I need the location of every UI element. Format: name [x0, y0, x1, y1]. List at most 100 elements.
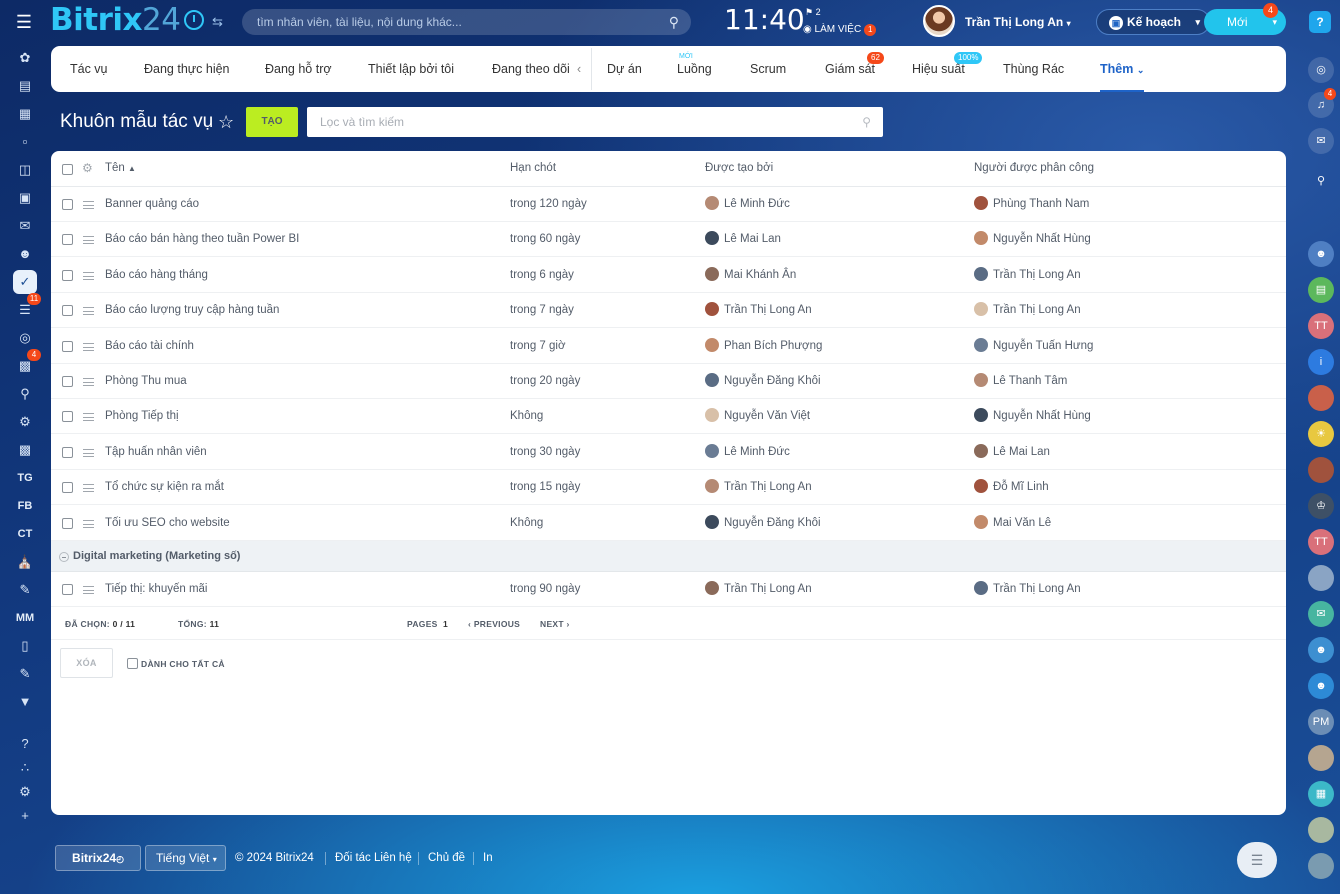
table-row[interactable]: Báo cáo bán hàng theo tuần Power BI tron… — [51, 222, 1286, 257]
select-all-checkbox[interactable] — [62, 164, 73, 175]
page-number[interactable]: 1 — [443, 619, 448, 629]
chat-list-icon[interactable]: ☰ — [1237, 842, 1277, 878]
table-row[interactable]: Tối ưu SEO cho website Không Nguyễn Đăng… — [51, 506, 1286, 541]
tab-trash[interactable]: Thùng Rác — [1003, 46, 1064, 92]
table-row[interactable]: Báo cáo tài chính trong 7 giờ Phan Bích … — [51, 329, 1286, 364]
help-circle-icon[interactable]: ? — [13, 732, 37, 756]
network-icon[interactable]: ∴ — [13, 756, 37, 780]
lock-icon[interactable]: ♔ — [1308, 493, 1334, 519]
bell-icon[interactable]: ♫ 4 — [1308, 88, 1336, 118]
chat-bubble-icon[interactable]: ✉ — [1308, 601, 1334, 627]
tab-tasks[interactable]: Tác vụ — [70, 46, 108, 92]
chat-avatar-1[interactable] — [1308, 385, 1334, 411]
document-icon[interactable]: ▫ — [13, 130, 37, 154]
row-checkbox[interactable] — [62, 411, 73, 422]
row-checkbox[interactable] — [62, 518, 73, 529]
drag-handle-icon[interactable] — [83, 413, 94, 421]
assignee-cell[interactable]: Trần Thị Long An — [974, 572, 1081, 607]
tab-supervision[interactable]: Giám sát 62 — [825, 46, 884, 92]
assignee-cell[interactable]: Nguyễn Nhất Hùng — [974, 222, 1091, 257]
drag-handle-icon[interactable] — [83, 343, 94, 351]
table-row[interactable]: Tập huấn nhân viên trong 30 ngày Lê Minh… — [51, 435, 1286, 470]
row-checkbox[interactable] — [62, 341, 73, 352]
edit-icon[interactable]: ✎ — [13, 662, 37, 686]
feed-icon[interactable]: ▤ — [13, 74, 37, 98]
assignee-cell[interactable]: Trần Thị Long An — [974, 293, 1081, 328]
notes-icon[interactable]: ▤ — [1308, 277, 1334, 303]
table-row[interactable]: Báo cáo hàng tháng trong 6 ngày Mai Khán… — [51, 258, 1286, 293]
cart-icon[interactable]: ⚲ — [13, 382, 37, 406]
table-row[interactable]: Tổ chức sự kiện ra mắt trong 15 ngày Trầ… — [51, 470, 1286, 505]
previous-button[interactable]: ‹ PREVIOUS — [468, 619, 520, 629]
robot-icon[interactable]: ⚙ — [13, 410, 37, 434]
assignee-cell[interactable]: Đỗ Mĩ Linh — [974, 470, 1049, 505]
created-by-cell[interactable]: Trần Thị Long An — [705, 470, 812, 505]
drag-handle-icon[interactable] — [83, 520, 94, 528]
search-icon[interactable]: ⚲ — [862, 107, 871, 137]
drag-handle-icon[interactable] — [83, 484, 94, 492]
sidebar-item-mm[interactable]: MM — [13, 606, 37, 630]
user-menu[interactable]: Trần Thị Long An ▾ — [965, 15, 1071, 29]
search-input[interactable]: tìm nhân viên, tài liệu, nội dung khác..… — [242, 9, 691, 35]
created-by-cell[interactable]: Phan Bích Phượng — [705, 329, 822, 364]
task-name[interactable]: Banner quảng cáo — [105, 187, 199, 222]
created-by-cell[interactable]: Nguyễn Văn Việt — [705, 399, 810, 434]
mail-icon[interactable]: ✉ — [13, 214, 37, 238]
sidebar-item-ct[interactable]: CT — [13, 522, 37, 546]
flag-counter[interactable]: ⚑ 2 — [805, 7, 821, 18]
group-icon[interactable]: ☻ — [13, 242, 37, 266]
created-by-cell[interactable]: Trần Thị Long An — [705, 293, 812, 328]
table-row[interactable]: Báo cáo lượng truy cập hàng tuần trong 7… — [51, 293, 1286, 328]
chat-icon[interactable]: ▣ — [13, 186, 37, 210]
assignee-cell[interactable]: Trần Thị Long An — [974, 258, 1081, 293]
target-icon[interactable]: ◎ — [13, 326, 37, 350]
chart-icon[interactable]: ▯ — [13, 634, 37, 658]
drag-handle-icon[interactable] — [83, 272, 94, 280]
column-deadline[interactable]: Hạn chót — [510, 162, 556, 174]
messages-icon[interactable]: ✉ — [1308, 128, 1334, 154]
tab-set-by-me[interactable]: Thiết lập bởi tôi — [368, 46, 454, 92]
plan-button[interactable]: ▣ Kế hoạch ▾ — [1096, 9, 1211, 35]
table-row[interactable]: Phòng Thu mua trong 20 ngày Nguyễn Đăng … — [51, 364, 1286, 399]
contacts-icon[interactable]: ▩ 4 — [13, 349, 41, 378]
collapse-icon[interactable] — [59, 552, 69, 562]
calendar-icon[interactable]: ▦ — [13, 102, 37, 126]
group-row[interactable]: Digital marketing (Marketing số) — [51, 541, 1286, 572]
task-name[interactable]: Báo cáo tài chính — [105, 329, 194, 364]
task-name[interactable]: Tập huấn nhân viên — [105, 435, 207, 470]
filter-input[interactable]: Lọc và tìm kiếm ⚲ — [307, 107, 883, 137]
box-icon[interactable]: ▩ — [13, 438, 37, 462]
column-created-by[interactable]: Được tạo bởi — [705, 162, 773, 174]
avatar-tt-2[interactable]: TT — [1308, 529, 1334, 555]
created-by-cell[interactable]: Mai Khánh Ân — [705, 258, 796, 293]
tab-assisting[interactable]: Đang hỗ trợ — [265, 46, 332, 92]
row-checkbox[interactable] — [62, 199, 73, 210]
user-settings-icon[interactable]: ☻ — [1308, 637, 1334, 663]
created-by-cell[interactable]: Nguyễn Đăng Khôi — [705, 506, 821, 541]
row-checkbox[interactable] — [62, 305, 73, 316]
tab-more[interactable]: Thêm ⌄ — [1100, 46, 1145, 92]
footer-logo[interactable]: Bitrix24◴ — [55, 845, 141, 871]
theme-link[interactable]: Chủ đề — [428, 852, 465, 864]
star-icon[interactable]: ☆ — [218, 112, 234, 133]
chat-avatar-4[interactable] — [1308, 745, 1334, 771]
sign-icon[interactable]: ✎ — [13, 578, 37, 602]
bank-icon[interactable]: ⛪ — [13, 550, 37, 574]
tasks-icon[interactable]: ✓ — [13, 270, 37, 294]
people-icon[interactable]: ☻ — [1308, 241, 1334, 267]
tab-flows[interactable]: Luồng MỚI — [677, 46, 712, 92]
menu-icon[interactable]: ☰ — [14, 12, 34, 32]
sidebar-item-fb[interactable]: FB — [13, 494, 37, 518]
sidebar-item-tg[interactable]: TG — [13, 466, 37, 490]
chat-avatar-5[interactable] — [1308, 817, 1334, 843]
tab-scrum[interactable]: Scrum — [750, 46, 786, 92]
partner-link[interactable]: Đối tác Liên hệ — [335, 852, 412, 864]
drag-handle-icon[interactable] — [83, 236, 94, 244]
created-by-cell[interactable]: Lê Minh Đức — [705, 187, 790, 222]
create-button[interactable]: TẠO — [246, 107, 298, 137]
table-row[interactable]: Banner quảng cáo trong 120 ngày Lê Minh … — [51, 187, 1286, 222]
avatar-pm[interactable]: PM — [1308, 709, 1334, 735]
row-checkbox[interactable] — [62, 482, 73, 493]
bulb-icon[interactable]: ☀ — [1308, 421, 1334, 447]
print-link[interactable]: In — [483, 852, 493, 864]
